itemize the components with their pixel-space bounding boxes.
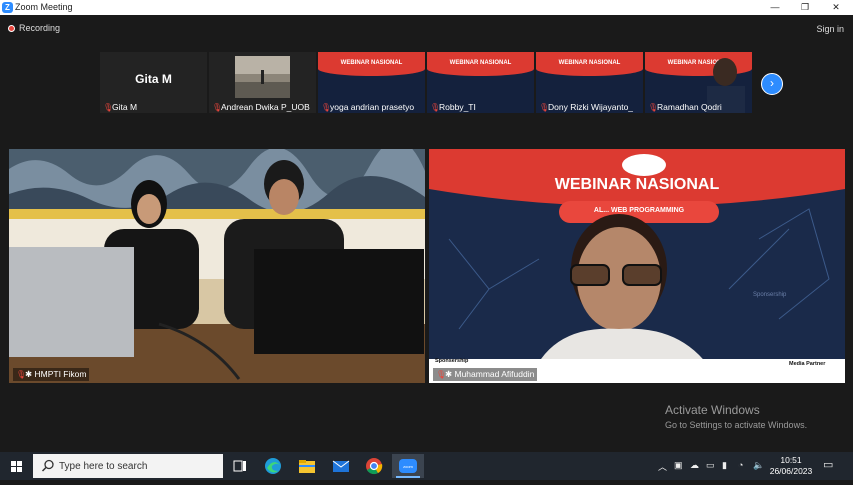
recording-indicator[interactable]: Recording: [8, 23, 60, 33]
search-icon: [41, 459, 54, 472]
participant-tile[interactable]: Gita M 🎙Gita M: [100, 52, 207, 113]
video-frame-left: [9, 149, 425, 383]
video-muhammad-afifuddin[interactable]: WEBINAR NASIONAL AL... WEB PROGRAMMING S…: [429, 149, 845, 383]
task-view-icon[interactable]: [229, 456, 251, 476]
volume-icon[interactable]: 🔈: [753, 460, 764, 471]
taskbar-clock[interactable]: 10:51 26/06/2023: [768, 455, 814, 477]
participant-name: yoga andrian prasetyo: [330, 102, 415, 112]
clock-time: 10:51: [780, 455, 802, 465]
participant-tile[interactable]: WEBINAR NASIONAL 🎙Ramadhan Qodri: [645, 52, 752, 113]
participant-tile[interactable]: WEBINAR NASIONAL 🎙Robby_TI: [427, 52, 534, 113]
participant-avatar-name: Gita M: [135, 72, 172, 86]
chevron-right-icon[interactable]: ›: [761, 73, 783, 95]
mic-muted-icon: 🎙: [648, 103, 659, 112]
mic-muted-icon: 🎙: [321, 103, 332, 112]
participant-name: Robby_TI: [439, 102, 476, 112]
sponsorship-label: Sponsership: [435, 358, 469, 364]
minimize-button[interactable]: —: [760, 0, 790, 15]
media-partner-label: Media Partner: [789, 361, 826, 367]
clock-date: 26/06/2023: [769, 466, 813, 476]
slide-watermark: Sponsership: [753, 292, 787, 298]
slide-subtitle: AL... WEB PROGRAMMING: [593, 207, 685, 214]
participant-tile[interactable]: 🎙Andrean Dwika P_UOB: [209, 52, 316, 113]
chrome-browser-icon[interactable]: [363, 456, 385, 476]
zoom-logo-icon: Z: [2, 2, 13, 13]
onedrive-cloud-icon[interactable]: ☁: [690, 460, 699, 471]
mic-muted-icon: 🎙: [103, 103, 114, 112]
slide-title: WEBINAR NASIONAL: [554, 176, 720, 193]
search-placeholder: Type here to search: [59, 461, 148, 472]
recording-label: Recording: [19, 23, 61, 33]
mic-muted-icon: 🎙: [436, 370, 447, 379]
meeting-area: Recording Sign in Gita M 🎙Gita M 🎙Andrea…: [0, 15, 853, 452]
mic-muted-icon: 🎙: [539, 103, 550, 112]
participant-name: Gita M: [112, 102, 138, 112]
activate-windows-watermark: Activate Windows Go to Settings to activ…: [665, 403, 807, 430]
mic-muted-icon: 🎙: [212, 103, 223, 112]
battery-icon[interactable]: ▭: [706, 460, 715, 471]
participant-name: Andrean Dwika P_UOB: [221, 102, 310, 112]
video-hmpti-fikom[interactable]: 🎙✱ HMPTI Fikom: [9, 149, 425, 383]
windows-start-icon[interactable]: [0, 452, 32, 480]
participant-tile[interactable]: WEBINAR NASIONAL 🎙Dony Rizki Wijayanto_: [536, 52, 643, 113]
mic-muted-icon: 🎙: [430, 103, 441, 112]
video-name-label: 🎙✱ HMPTI Fikom: [13, 368, 90, 381]
mail-icon[interactable]: [330, 456, 352, 476]
activate-windows-subtitle: Go to Settings to activate Windows.: [665, 420, 808, 430]
participant-name: Ramadhan Qodri: [657, 102, 722, 112]
window-title-bar: Z Zoom Meeting — ❐ ✕: [0, 0, 853, 15]
mic-muted-icon: 🎙: [16, 370, 27, 379]
close-button[interactable]: ✕: [821, 0, 851, 15]
window-title: Zoom Meeting: [15, 2, 73, 12]
zoom-taskbar-icon[interactable]: zoom: [392, 454, 424, 478]
restore-button[interactable]: ❐: [790, 0, 820, 15]
recording-dot-icon: [8, 25, 15, 32]
participant-name: Dony Rizki Wijayanto_: [548, 102, 634, 112]
participant-tile[interactable]: WEBINAR NASIONAL 🎙yoga andrian prasetyo: [318, 52, 425, 113]
edge-browser-icon[interactable]: [262, 456, 284, 476]
taskbar-search-box[interactable]: Type here to search: [33, 454, 223, 478]
notification-icon[interactable]: ▭: [823, 458, 833, 471]
video-name-label: 🎙✱ Muhammad Afifuddin: [433, 368, 538, 381]
meet-now-icon[interactable]: ▣: [674, 460, 683, 471]
svg-text:zoom: zoom: [403, 464, 413, 469]
wifi-icon[interactable]: ◔: [738, 460, 743, 470]
activate-windows-title: Activate Windows: [665, 403, 760, 417]
chevron-up-icon[interactable]: ︿: [658, 460, 667, 473]
file-explorer-icon[interactable]: [296, 456, 318, 476]
windows-taskbar: Type here to search zoom ︿ ▣ ☁ ▭ ▮ ◔ 🔈 1…: [0, 452, 853, 480]
usb-icon[interactable]: ▮: [722, 460, 727, 471]
sign-in-link[interactable]: Sign in: [816, 24, 844, 34]
